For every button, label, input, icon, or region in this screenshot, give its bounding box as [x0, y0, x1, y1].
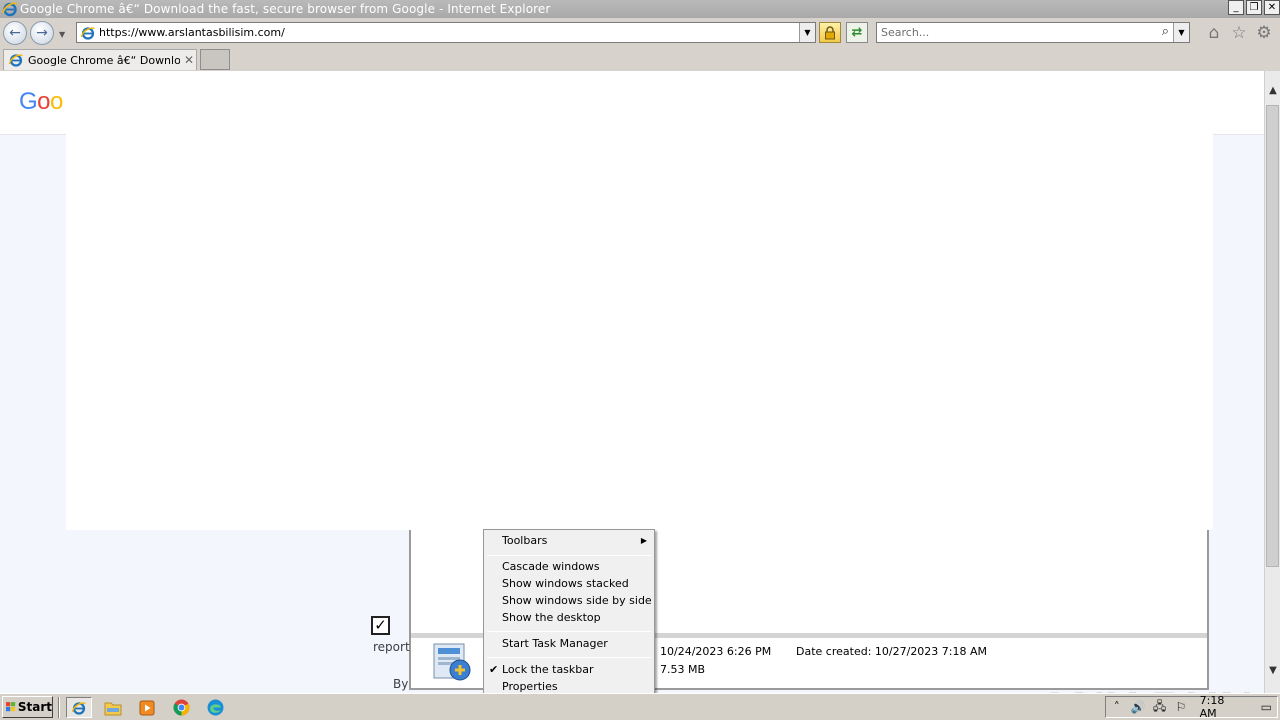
minimize-button[interactable]: _: [1228, 0, 1244, 15]
file-size-value: 7.53 MB: [660, 663, 706, 676]
menu-item-cascade-windows[interactable]: Cascade windows: [502, 560, 600, 573]
submenu-arrow-icon: ▶: [640, 536, 647, 545]
taskbar-internet-explorer[interactable]: [66, 697, 92, 718]
tab-favicon-icon: [8, 54, 23, 67]
navigation-bar: ← → ▼ https://www.arslantasbilisim.com/ …: [0, 18, 1280, 48]
tab-bar: Google Chrome â€“ Downloa... ✕: [0, 48, 1280, 71]
window-controls: _ ❐ ✕: [1228, 0, 1280, 15]
menu-item-show-windows-stacked[interactable]: Show windows stacked: [502, 577, 629, 590]
edge-icon: [207, 699, 223, 716]
page-favicon-icon: [80, 26, 95, 40]
search-icon[interactable]: ⌕: [1162, 24, 1169, 39]
taskbar-clock[interactable]: 7:18 AM: [1200, 694, 1244, 720]
forward-button[interactable]: →: [30, 21, 54, 45]
report-checkbox[interactable]: ✓: [371, 616, 390, 635]
checkmark-icon: ✔: [489, 663, 499, 676]
chrome-icon: [173, 699, 189, 716]
action-center-flag-icon[interactable]: ⚐: [1170, 700, 1191, 714]
window-titlebar: Google Chrome â€“ Download the fast, sec…: [0, 0, 1280, 18]
volume-icon[interactable]: 🔊: [1127, 700, 1148, 714]
taskbar-chrome[interactable]: [168, 697, 194, 718]
vertical-scrollbar[interactable]: ▲ ▼: [1264, 71, 1280, 693]
date-created-label: Date created:: [796, 645, 872, 658]
history-dropdown-icon[interactable]: ▼: [59, 30, 65, 39]
window-title: Google Chrome â€“ Download the fast, sec…: [20, 2, 551, 16]
date-modified-value: 10/24/2023 6:26 PM: [660, 645, 772, 658]
blank-overlay-panel: [66, 71, 1213, 530]
internet-explorer-icon: [2, 2, 18, 17]
menu-item-lock-taskbar[interactable]: Lock the taskbar: [502, 663, 594, 676]
folder-icon: [104, 702, 122, 715]
google-logo[interactable]: Goo: [19, 88, 63, 116]
address-bar[interactable]: https://www.arslantasbilisim.com/ ▼: [76, 22, 816, 43]
address-dropdown-button[interactable]: ▼: [799, 23, 815, 42]
tab-active[interactable]: Google Chrome â€“ Downloa... ✕: [3, 49, 197, 70]
show-hidden-icons-icon[interactable]: ˄: [1106, 700, 1127, 714]
menu-item-show-desktop[interactable]: Show the desktop: [502, 611, 601, 624]
taskbar-separator: [58, 697, 60, 718]
windows-taskbar: Start ˄ 🔊 🖧 ⚐ 7:18 AM ▭: [0, 693, 1280, 720]
search-box[interactable]: ⌕ ▼: [876, 22, 1190, 43]
restore-button[interactable]: ❐: [1246, 0, 1262, 15]
refresh-button[interactable]: ⇄: [846, 22, 868, 43]
tab-close-icon[interactable]: ✕: [184, 53, 194, 67]
menu-item-toolbars[interactable]: Toolbars: [502, 534, 547, 547]
report-label: report: [373, 640, 410, 654]
menu-item-properties[interactable]: Properties: [502, 680, 558, 693]
search-input[interactable]: [877, 26, 1147, 39]
show-desktop-icon[interactable]: ▭: [1256, 700, 1277, 714]
chevron-down-icon: ▼: [1178, 28, 1185, 37]
by-label: By: [393, 677, 409, 691]
start-label: Start: [17, 700, 52, 714]
security-lock-button[interactable]: [819, 22, 841, 43]
lock-icon: [825, 25, 835, 39]
menu-item-show-windows-side-by-side[interactable]: Show windows side by side: [502, 594, 652, 607]
arrow-left-icon: ←: [9, 25, 21, 41]
taskbar-media-player[interactable]: [134, 697, 160, 718]
settings-gear-icon[interactable]: ⚙: [1255, 24, 1273, 42]
tab-title: Google Chrome â€“ Downloa...: [28, 53, 180, 67]
start-button[interactable]: Start: [2, 696, 53, 718]
favorites-star-icon[interactable]: ☆: [1230, 24, 1248, 42]
taskbar-edge[interactable]: [202, 697, 228, 718]
date-created: Date created: 10/27/2023 7:18 AM: [796, 645, 987, 658]
taskbar-windows-explorer[interactable]: [100, 697, 126, 718]
search-dropdown-button[interactable]: ▼: [1173, 23, 1189, 42]
internet-explorer-icon: [71, 701, 86, 715]
refresh-icon: ⇄: [851, 25, 863, 40]
scroll-down-icon[interactable]: ▼: [1265, 663, 1280, 679]
home-icon[interactable]: ⌂: [1205, 24, 1223, 42]
new-tab-button[interactable]: [200, 49, 230, 70]
arrow-right-icon: →: [36, 25, 48, 41]
menu-separator: [487, 555, 651, 556]
url-text[interactable]: https://www.arslantasbilisim.com/: [99, 26, 285, 39]
date-created-value: 10/27/2023 7:18 AM: [874, 645, 988, 658]
menu-item-start-task-manager[interactable]: Start Task Manager: [502, 637, 608, 650]
network-icon[interactable]: 🖧: [1149, 697, 1170, 718]
windows-flag-icon: [6, 702, 16, 712]
chevron-down-icon: ▼: [804, 28, 811, 37]
back-button[interactable]: ←: [3, 21, 27, 45]
menu-separator: [487, 657, 651, 658]
close-button[interactable]: ✕: [1264, 0, 1280, 15]
checkmark-icon: ✓: [374, 616, 387, 634]
system-tray: ˄ 🔊 🖧 ⚐ 7:18 AM ▭: [1105, 694, 1278, 720]
anyrun-watermark: ANY RUN: [1038, 681, 1254, 693]
scrollbar-thumb[interactable]: [1266, 105, 1279, 567]
taskbar-context-menu: Toolbars ▶ Cascade windows Show windows …: [483, 529, 655, 697]
media-player-icon: [139, 700, 155, 715]
menu-separator: [487, 631, 651, 632]
scroll-up-icon[interactable]: ▲: [1265, 83, 1280, 99]
installer-file-icon: [433, 643, 471, 681]
